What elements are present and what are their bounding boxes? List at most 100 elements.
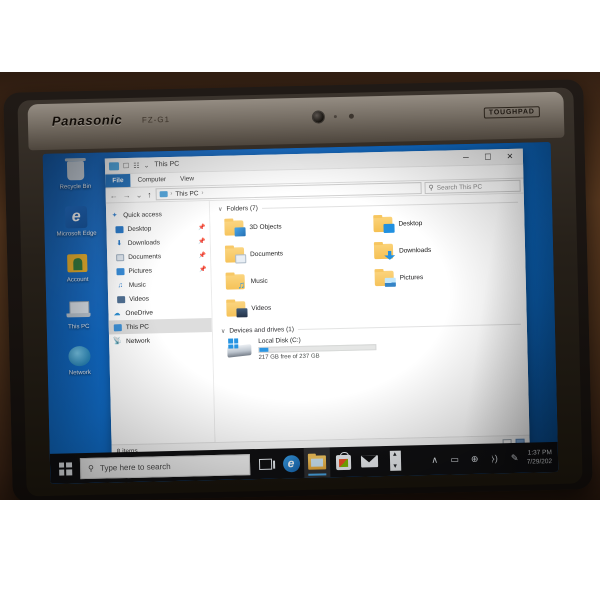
list-item-documents[interactable]: Documents <box>224 239 371 267</box>
group-divider <box>261 201 518 209</box>
windows-logo-icon <box>58 461 72 476</box>
toughpad-badge: TOUGHPAD <box>483 106 540 119</box>
new-folder-icon[interactable]: ☷ <box>133 161 139 169</box>
chevron-down-icon[interactable]: ∨ <box>221 328 226 335</box>
capacity-fill <box>259 347 269 352</box>
start-button[interactable] <box>50 453 81 484</box>
microsoft-store-button[interactable] <box>330 447 357 478</box>
maximize-button[interactable]: ☐ <box>477 149 499 165</box>
desktop-icon-this-pc[interactable]: This PC <box>50 296 107 332</box>
system-tray: ∧ ▭ ⊕ ⧽) ✎ 1:37 PM 7/29/202 <box>424 442 558 475</box>
videos-icon <box>116 295 125 303</box>
folder-icon[interactable] <box>108 161 120 170</box>
desktop-icon-account[interactable]: Account <box>49 250 106 286</box>
tab-computer[interactable]: Computer <box>130 173 173 187</box>
desktop-icon-column: Recycle Bin e Microsoft Edge Account Thi… <box>47 157 108 391</box>
list-item-pictures[interactable]: Pictures <box>374 263 520 291</box>
downloads-folder-icon <box>373 243 393 259</box>
clock[interactable]: 1:37 PM 7/29/202 <box>524 448 556 467</box>
store-icon <box>335 454 351 470</box>
ambient-light-sensor <box>333 115 337 119</box>
mail-button[interactable] <box>356 446 383 477</box>
this-pc-icon <box>159 191 168 198</box>
arrow-left-icon[interactable]: ← <box>109 191 119 200</box>
sidebar-item-network[interactable]: 📡 Network <box>109 332 212 348</box>
sidebar-item-label: Videos <box>129 295 149 303</box>
window-controls: ─ ☐ ✕ <box>455 149 521 166</box>
list-item-downloads[interactable]: Downloads <box>373 236 520 264</box>
battery-icon[interactable]: ▭ <box>444 444 465 474</box>
onedrive-icon: ☁ <box>113 310 121 318</box>
minimize-button[interactable]: ─ <box>455 150 477 166</box>
task-view-button[interactable] <box>252 449 279 480</box>
panasonic-brand-logo: Panasonic <box>51 112 123 129</box>
window-title: This PC <box>154 160 180 169</box>
show-hidden-icons[interactable]: ∧ <box>424 445 445 475</box>
desktop-icon-label: Microsoft Edge <box>56 230 97 238</box>
pictures-folder-icon <box>374 270 396 287</box>
arrow-right-icon[interactable]: → <box>122 190 132 199</box>
pen-icon[interactable]: ✎ <box>504 443 525 473</box>
drive-name: Local Disk (C:) <box>258 336 301 345</box>
drive-free-space: 217 GB free of 237 GB <box>258 353 320 361</box>
sidebar-item-label: OneDrive <box>125 308 154 317</box>
group-divider <box>297 323 521 331</box>
desktop-icon-microsoft-edge[interactable]: e Microsoft Edge <box>48 203 105 239</box>
search-placeholder: Type here to search <box>99 461 171 473</box>
quick-access-toolbar: ☐ ☷ ⌄ <box>107 161 150 170</box>
documents-icon <box>115 253 124 261</box>
list-item-videos[interactable]: Videos <box>226 293 372 321</box>
music-icon: ♫ <box>117 281 124 289</box>
arrow-up-icon[interactable]: ↑ <box>146 190 152 199</box>
sidebar-item-label: Quick access <box>123 210 162 219</box>
volume-icon[interactable]: ⧽) <box>484 443 505 473</box>
breadcrumb-current[interactable]: This PC <box>175 190 198 198</box>
close-button[interactable]: ✕ <box>499 149 521 165</box>
sidebar-item-label: Music <box>128 281 146 289</box>
pin-icon[interactable]: 📌 <box>199 252 207 259</box>
videos-folder-icon <box>226 301 248 318</box>
search-input[interactable]: ⚲ Search This PC <box>424 179 521 194</box>
group-label: Devices and drives (1) <box>229 326 295 335</box>
chevron-down-icon[interactable]: ⌄ <box>143 161 149 169</box>
desktop-icon-network[interactable]: Network <box>51 343 108 379</box>
file-explorer-button[interactable] <box>303 447 331 478</box>
chevron-down-icon[interactable]: ⌄ <box>135 190 144 199</box>
spinner-icon: ▲ ▼ <box>389 450 401 471</box>
network-icon <box>51 343 108 370</box>
search-placeholder: Search This PC <box>436 183 483 192</box>
pin-icon[interactable]: 📌 <box>198 224 206 231</box>
file-list-pane[interactable]: ∨ Folders (7) 3D Objects Desktop Documen… <box>209 193 530 442</box>
taskbar-search-input[interactable]: ⚲ Type here to search <box>79 453 251 479</box>
screenshot-root: Panasonic FZ-G1 TOUGHPAD Recycle Bin e M… <box>0 0 600 600</box>
list-item-desktop[interactable]: Desktop <box>373 209 519 237</box>
breadcrumb-separator[interactable]: › <box>201 190 203 196</box>
screen-rotation-button[interactable]: ▲ ▼ <box>382 445 409 476</box>
chevron-down-icon[interactable]: ∨ <box>218 206 223 213</box>
explorer-body: ✦ Quick access Desktop 📌 ⬇ Downloads 📌 D… <box>105 193 530 445</box>
desktop-icon-label: Network <box>68 369 91 377</box>
list-item-3d-objects[interactable]: 3D Objects <box>224 212 370 240</box>
breadcrumb-separator: › <box>170 190 173 197</box>
desktop-icon-label: Recycle Bin <box>59 183 92 191</box>
search-icon: ⚲ <box>428 184 434 192</box>
desktop-icon-recycle-bin[interactable]: Recycle Bin <box>47 157 104 193</box>
pin-icon[interactable]: 📌 <box>199 266 207 273</box>
tablet-screen: Recycle Bin e Microsoft Edge Account Thi… <box>42 142 559 484</box>
list-item-music[interactable]: ♫ Music <box>225 266 371 294</box>
3d-objects-folder-icon <box>224 220 246 237</box>
sidebar-item-label: Downloads <box>127 238 161 247</box>
edge-button[interactable]: e <box>278 448 305 479</box>
this-pc-icon <box>50 296 107 323</box>
list-item-label: Pictures <box>399 274 424 282</box>
status-led <box>348 113 354 119</box>
pin-icon[interactable]: 📌 <box>198 238 206 245</box>
tab-file[interactable]: File <box>105 173 131 188</box>
network-icon[interactable]: ⊕ <box>464 444 485 474</box>
tab-view[interactable]: View <box>173 172 201 186</box>
list-item-label: Videos <box>251 304 272 313</box>
list-item-local-disk-c[interactable]: Local Disk (C:) 217 GB free of 237 GB <box>227 331 521 362</box>
properties-icon[interactable]: ☐ <box>123 161 129 169</box>
mail-icon <box>360 455 378 468</box>
pictures-icon <box>115 267 125 275</box>
